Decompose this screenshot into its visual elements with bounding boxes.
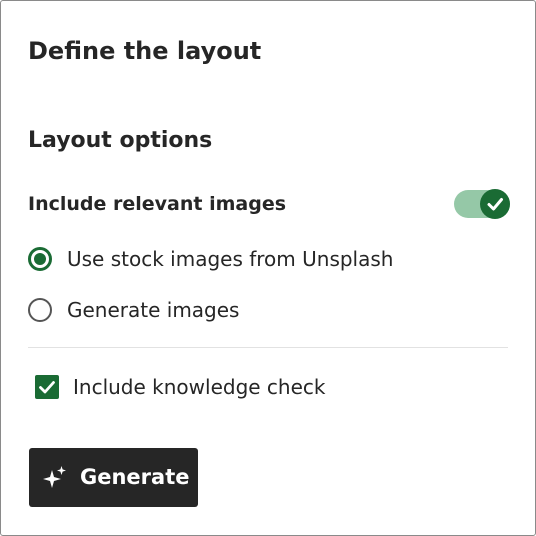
radio-dot xyxy=(34,253,46,265)
check-icon xyxy=(39,381,55,394)
page-title: Define the layout xyxy=(28,37,262,65)
knowledge-check-label: Include knowledge check xyxy=(73,375,326,399)
include-images-label: Include relevant images xyxy=(28,193,287,215)
radio-button-checked[interactable] xyxy=(28,247,52,271)
divider xyxy=(28,347,508,348)
define-layout-panel: Define the layout Layout options Include… xyxy=(0,0,536,536)
generate-button[interactable]: Generate xyxy=(29,448,198,507)
checkmark-icon xyxy=(487,198,503,211)
radio-button-unchecked[interactable] xyxy=(28,298,52,322)
include-images-toggle[interactable] xyxy=(454,189,510,219)
radio-label-generate: Generate images xyxy=(67,298,240,322)
toggle-knob xyxy=(480,189,510,219)
section-title: Layout options xyxy=(28,128,213,153)
generate-button-label: Generate xyxy=(80,465,190,489)
sparkle-icon xyxy=(42,465,68,491)
knowledge-check-checkbox[interactable] xyxy=(35,375,59,399)
include-images-row: Include relevant images xyxy=(28,187,510,221)
radio-label-unsplash: Use stock images from Unsplash xyxy=(67,247,394,271)
